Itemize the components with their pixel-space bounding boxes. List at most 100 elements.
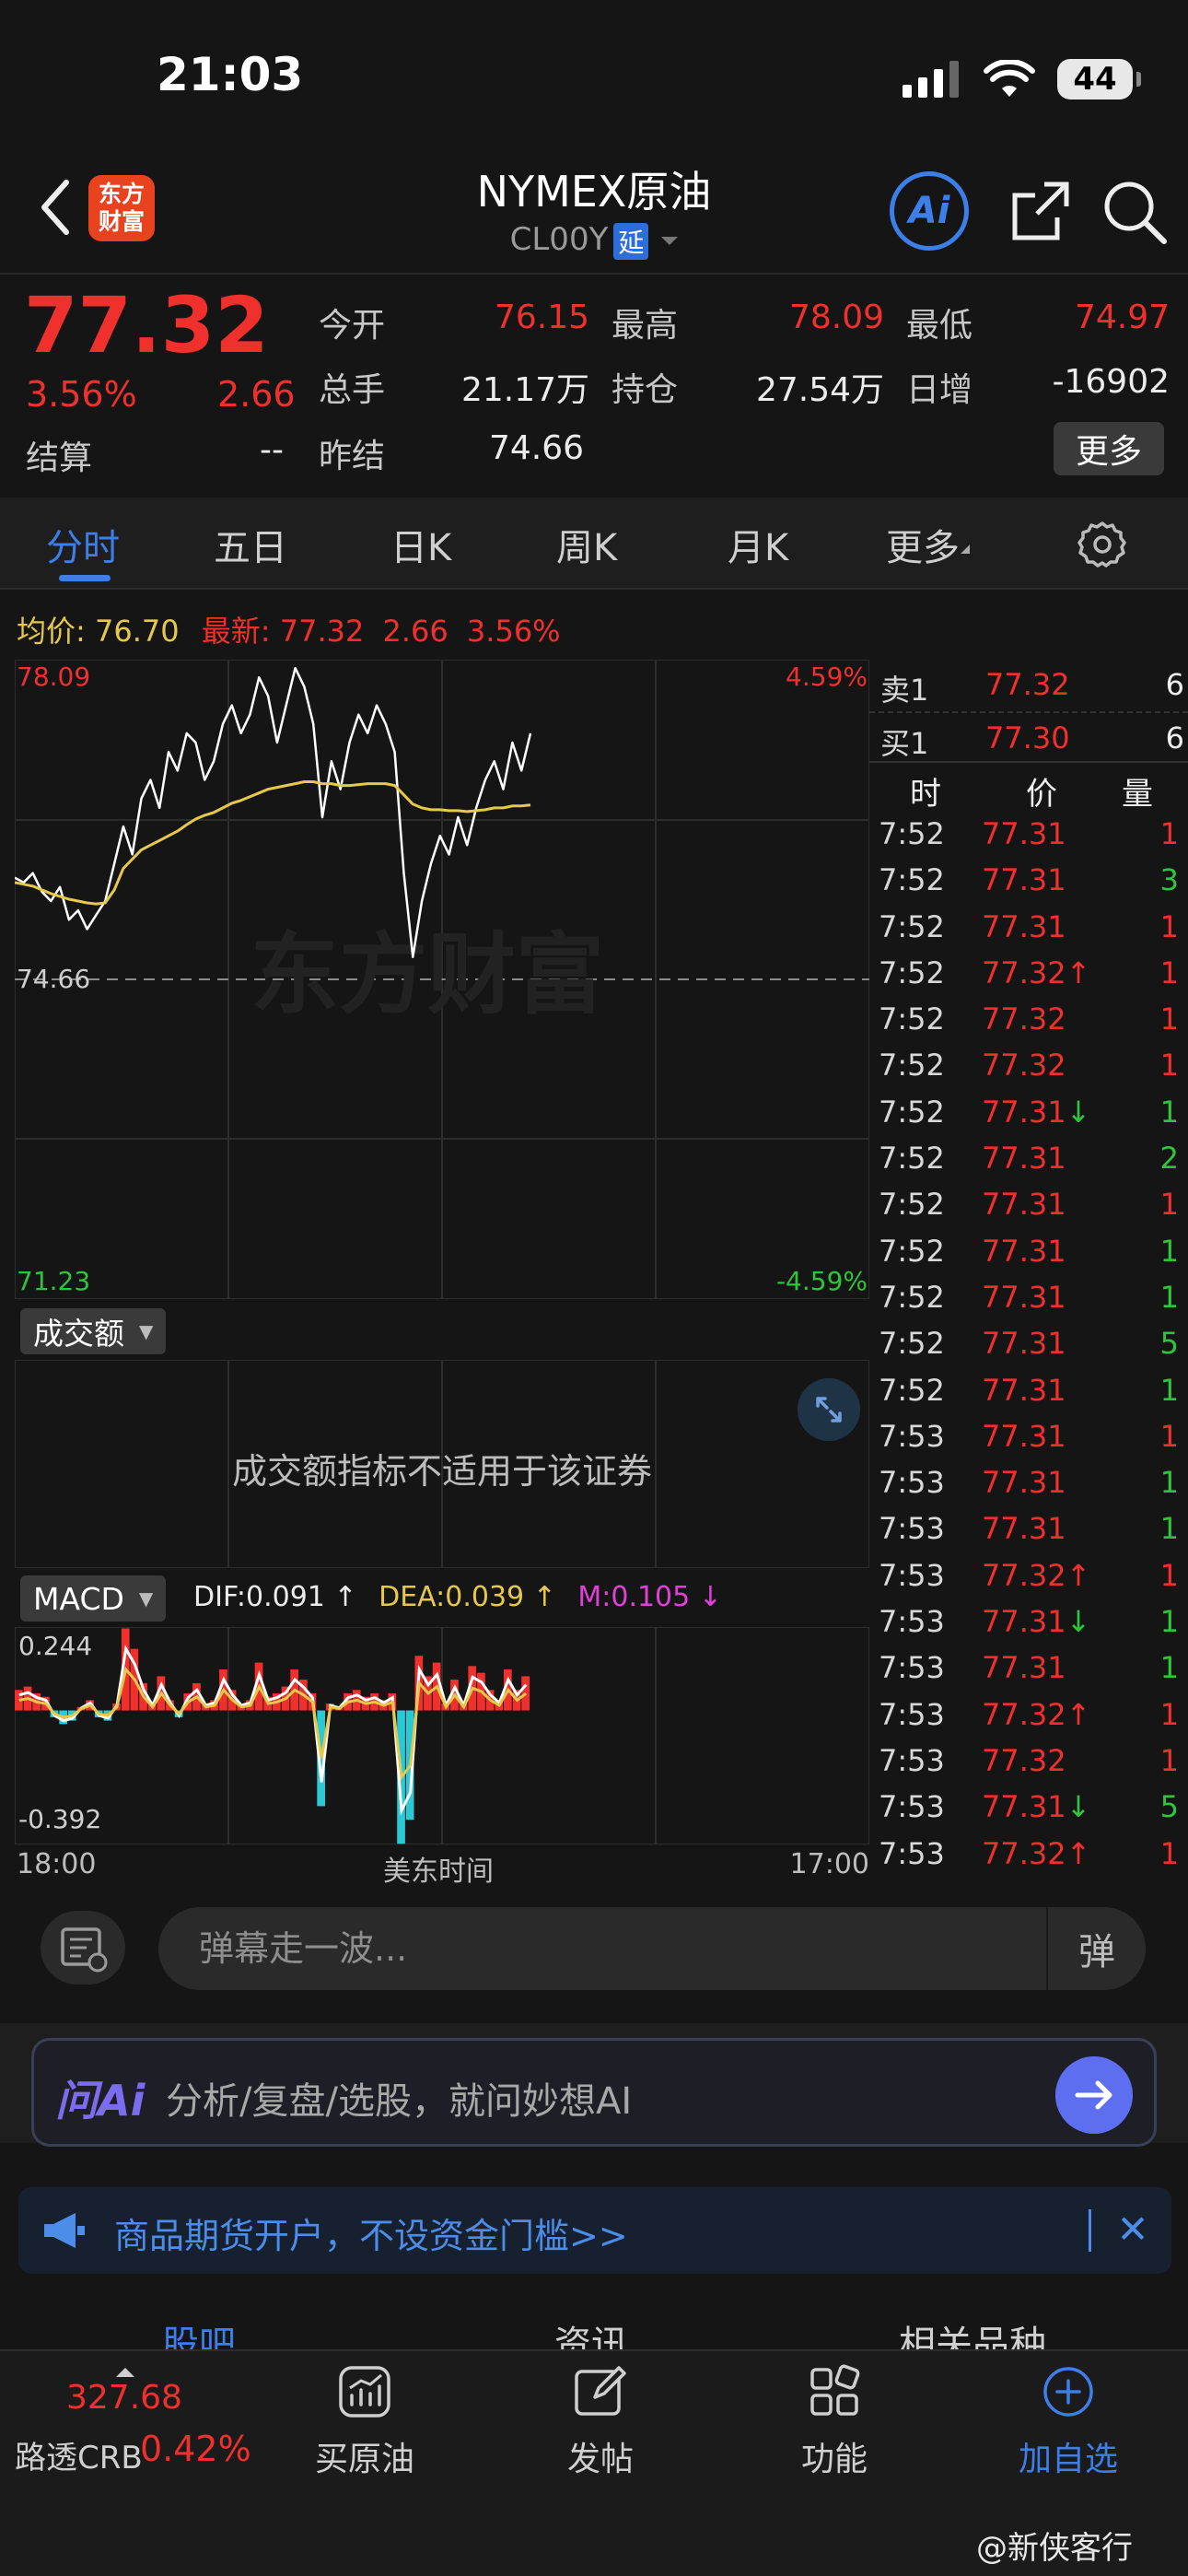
danmaku-settings-button[interactable] [41,1911,125,1985]
tick-price-value: 77.31 [982,1326,1066,1362]
section-tabs: 股吧 资讯 相关品种 [0,2294,1188,2349]
latest-percent: 3.56% [466,614,561,649]
low-label: 最低 [906,307,973,345]
share-icon[interactable] [1004,175,1077,249]
nav-functions[interactable]: 功能 [799,2432,869,2480]
danmaku-toggle-label: 弹 [1078,1931,1115,1973]
daily-change-label: 日增 [906,371,973,409]
volume-indicator-select[interactable]: 成交额 ▼ [20,1308,167,1354]
tab-daily-k[interactable]: 日K [390,518,451,571]
ask-row: 卖1 77.32 6 [869,660,1188,711]
tick-price: 77.31 [982,1419,1066,1454]
arrow-right-icon[interactable] [1055,2056,1133,2134]
section-tab-forum[interactable]: 股吧 [162,2314,236,2349]
tick-header-time: 时 [910,776,941,813]
tick-row: 7:53 77.31 1 [869,1413,1188,1459]
tick-row: 7:52 77.32 1 [869,996,1188,1042]
add-watchlist-icon[interactable] [1041,2364,1096,2419]
tick-time: 7:52 [879,954,945,990]
tick-row: 7:52 77.31 1 [869,904,1188,950]
ai-button[interactable]: Ai [890,171,969,251]
tick-price-value: 77.31 [982,908,1066,944]
ask-label: 卖1 [880,673,929,708]
tick-time: 7:52 [879,816,945,851]
grid-functions-icon[interactable] [807,2364,862,2419]
settle-label: 结算 [26,439,93,477]
arrow-down-icon: ↓ [1066,1604,1091,1640]
tick-price: 77.31 [982,1141,1066,1176]
tick-time: 7:52 [879,1187,945,1223]
danmaku-input[interactable]: 弹幕走一波... [158,1907,1146,1990]
time-start: 18:00 [17,1848,97,1880]
tick-time: 7:52 [879,1233,945,1269]
nav-buy-crude[interactable]: 买原油 [313,2432,416,2480]
tick-price-value: 77.31 [982,1418,1066,1454]
tick-time: 7:52 [879,1372,945,1408]
promo-text: 商品期货开户，不设资金门槛>> [114,2216,628,2256]
tick-volume: 1 [1159,1557,1179,1593]
ai-prompt-text: 分析/复盘/选股，就问妙想AI [166,2080,633,2123]
watermark: @新侠客行 [976,2530,1133,2567]
average-price-line [14,780,531,906]
tick-time: 7:53 [879,1418,945,1454]
ticker-value[interactable]: 327.68 [66,2379,182,2417]
danmaku-toggle[interactable]: 弹 [1046,1907,1146,1990]
edit-post-icon[interactable] [573,2364,628,2419]
tick-price: 77.31 [982,1511,1066,1546]
ask-volume: 6 [1165,667,1184,702]
intraday-chart[interactable]: 东方财富 78.09 74.66 71.23 4.59% -4.59% [14,659,870,1300]
signal-icon [903,61,959,98]
battery-icon: 44 [1057,59,1141,100]
tick-row: 7:52 77.31 1 [869,1228,1188,1274]
wifi-icon [984,60,1035,97]
macd-dif: DIF:0.091 ↑ [193,1581,357,1613]
nav-post[interactable]: 发帖 [565,2432,635,2480]
more-button[interactable]: 更多 [1054,422,1164,475]
tab-monthly-k[interactable]: 月K [728,518,788,571]
tick-volume: 1 [1159,908,1179,944]
tab-more[interactable]: 更多 [886,518,979,571]
last-price: 77.32 [24,280,269,370]
macd-indicator-label: MACD [33,1580,124,1617]
expand-icon[interactable] [798,1378,860,1441]
tick-time: 7:53 [879,1604,945,1640]
high-value: 78.09 [788,299,884,336]
tab-intraday[interactable]: 分时 [46,518,120,571]
low-value: 74.97 [1074,299,1170,336]
tick-price: 77.32 [982,1048,1066,1083]
tick-price-value: 77.31 [982,1187,1066,1223]
prev-settle-value: 74.66 [488,429,584,467]
price-legend: 均价: 76.70 最新: 77.32 2.66 3.56% [17,608,561,650]
section-tab-news[interactable]: 资讯 [554,2314,628,2349]
volume-label: 总手 [319,371,386,409]
tick-price-value: 77.31 [982,1141,1066,1177]
settings-gear-icon[interactable] [1077,520,1127,569]
section-tab-related[interactable]: 相关品种 [899,2314,1046,2349]
tick-time: 7:53 [879,1835,945,1871]
tab-weekly-k[interactable]: 周K [556,518,617,571]
close-icon[interactable]: ✕ [1105,2198,1160,2259]
ticker-name[interactable]: 路透CRB [15,2432,143,2477]
tick-time: 7:52 [879,1094,945,1130]
tick-price: 77.32 [982,1743,1066,1778]
tick-price-value: 77.31 [982,1650,1066,1686]
tick-price-value: 77.32 [982,1835,1066,1871]
nav-add-watchlist[interactable]: 加自选 [1017,2432,1120,2480]
search-icon[interactable] [1098,175,1171,249]
avg-value: 76.70 [94,614,180,649]
macd-chart[interactable]: 0.244 -0.392 [14,1626,870,1845]
tick-time: 7:53 [879,1742,945,1778]
macd-indicator-select[interactable]: MACD ▼ [20,1575,167,1622]
tick-volume: 1 [1159,1835,1179,1871]
tab-five-day[interactable]: 五日 [214,518,287,571]
tick-price: 77.31 [982,1650,1066,1685]
tick-list[interactable]: 7:52 77.31 1 7:52 77.31 3 7:52 77.31 1 7:52 77.32↑… [869,811,1188,1877]
tick-price-value: 77.31 [982,816,1066,851]
tick-volume: 1 [1159,1372,1179,1408]
tick-price: 77.31 [982,909,1066,944]
trade-chart-icon[interactable] [337,2364,392,2419]
tick-time: 7:52 [879,908,945,944]
change-percent: 3.56% [26,374,137,415]
tick-volume: 1 [1159,816,1179,851]
bid-row: 买1 77.30 6 [869,711,1188,763]
